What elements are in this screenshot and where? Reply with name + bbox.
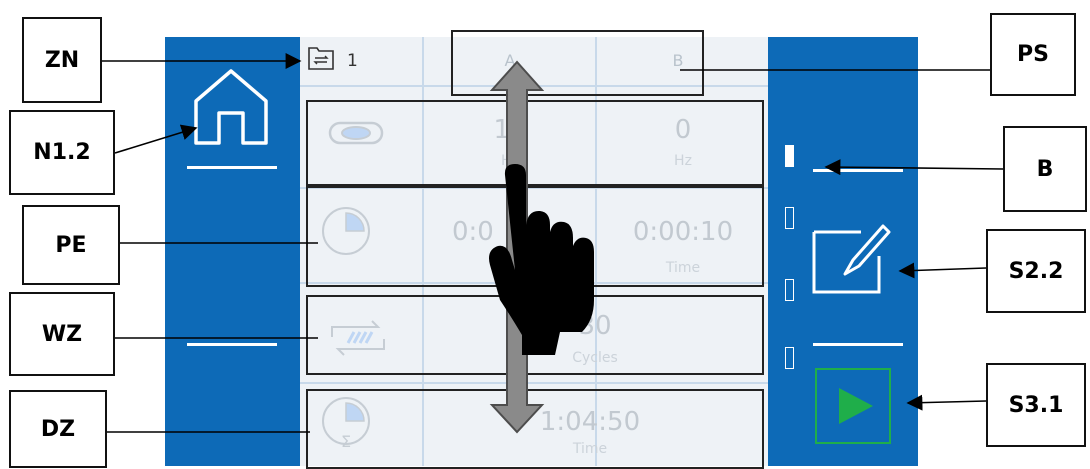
callout-leader-lines <box>102 53 1004 433</box>
